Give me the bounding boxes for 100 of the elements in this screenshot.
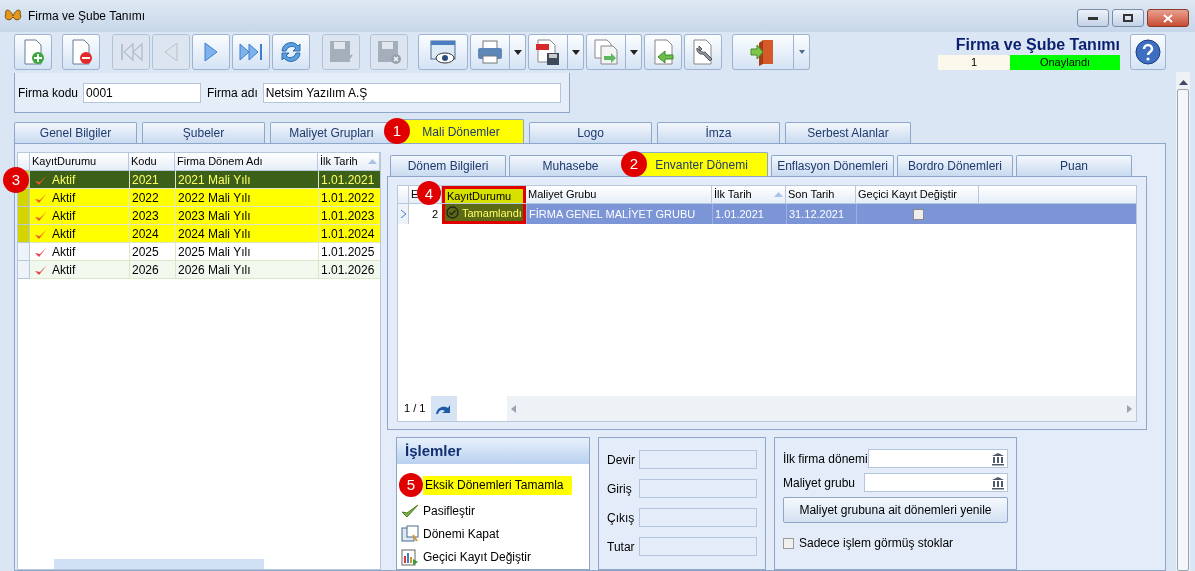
- operation-link[interactable]: Pasifleştir: [399, 501, 483, 520]
- amount-field[interactable]: [639, 508, 757, 527]
- callout-badge: 1: [384, 118, 410, 144]
- lookup-icon: [991, 451, 1005, 466]
- table-cell: 2023 Mali Yılı: [175, 207, 318, 224]
- table-cell: 1.01.2022: [318, 189, 380, 206]
- inventory-row[interactable]: 2 Tamamlandı FİRMA GENEL MALİYET GRUBU 1.01.2021 31.12.2021: [398, 204, 1136, 224]
- field-label: Firma kodu: [18, 84, 79, 102]
- checkbox[interactable]: [783, 537, 794, 549]
- period-row[interactable]: Aktif 2024 2024 Mali Yılı 1.01.2024: [30, 225, 380, 243]
- table-cell: 2025: [129, 243, 175, 260]
- table-cell: 2: [409, 204, 442, 224]
- tab[interactable]: Logo: [529, 122, 652, 143]
- tab[interactable]: Puan: [1016, 155, 1132, 176]
- vertical-scrollbar[interactable]: [1176, 72, 1190, 571]
- horizontal-scrollbar[interactable]: [507, 396, 1136, 421]
- row-pointer-icon: [400, 210, 406, 218]
- printer-icon: [476, 38, 504, 66]
- help-button[interactable]: [1130, 34, 1166, 70]
- operation-link[interactable]: Geçici Kayıt Değiştir: [399, 547, 540, 566]
- operation-link[interactable]: Eksik Dönemleri Tamamla: [423, 475, 572, 495]
- column-header[interactable]: Firma Dönem Adı: [175, 153, 318, 170]
- column-header[interactable]: E: [411, 187, 419, 202]
- callout-badge: 2: [621, 151, 647, 177]
- column-header[interactable]: Kodu: [129, 153, 175, 170]
- dropdown-button[interactable]: [568, 34, 584, 70]
- checkbox-label: Sadece işlem görmüş stoklar: [799, 535, 954, 552]
- dropdown-button[interactable]: [626, 34, 642, 70]
- table-cell-text: Aktif: [52, 261, 76, 279]
- refresh-periods-button[interactable]: Maliyet grubuna ait dönemleri yenile: [783, 497, 1008, 523]
- table-cell: 1.01.2021: [318, 171, 380, 188]
- page-indicator: 1 / 1: [403, 401, 427, 417]
- text-field[interactable]: 0001: [83, 82, 202, 103]
- tab[interactable]: Serbest Alanlar: [785, 122, 911, 143]
- toolbar-button[interactable]: [62, 34, 100, 70]
- dropdown-caret-icon: [798, 50, 805, 54]
- toolbar-button[interactable]: [232, 34, 270, 70]
- refresh-button[interactable]: [431, 396, 458, 421]
- toolbar-button[interactable]: [418, 34, 468, 70]
- maximize-button[interactable]: [1112, 9, 1144, 27]
- operation-link[interactable]: Dönemi Kapat: [399, 524, 508, 543]
- column-header[interactable]: İlk Tarih: [318, 153, 380, 170]
- lookup-icon: [991, 475, 1005, 490]
- table-cell: 1.01.2023: [318, 207, 380, 224]
- lookup-field[interactable]: [864, 473, 1008, 492]
- column-header[interactable]: KayıtDurumu: [30, 153, 129, 170]
- restore-icon: [1123, 14, 1133, 22]
- field-label: Çıkış: [607, 509, 635, 527]
- field-label: İlk firma dönemi: [783, 450, 868, 468]
- table-cell: 2025 Mali Yılı: [175, 243, 318, 260]
- table-cell: 2022 Mali Yılı: [175, 189, 318, 206]
- checkbox[interactable]: [912, 208, 924, 220]
- close-button[interactable]: [1147, 9, 1189, 27]
- close-icon: [1163, 13, 1173, 23]
- sort-ascending-icon: [774, 192, 783, 197]
- period-row[interactable]: Aktif 2026 2026 Mali Yılı 1.01.2026: [30, 261, 380, 279]
- amount-field[interactable]: [639, 537, 757, 556]
- table-cell: 1.01.2024: [318, 225, 380, 242]
- table-cell: 2023: [129, 207, 175, 224]
- lookup-field[interactable]: [867, 449, 1008, 468]
- tab[interactable]: Genel Bilgiler: [14, 122, 137, 143]
- minimize-button[interactable]: [1077, 9, 1109, 27]
- scroll-right-icon: [1127, 404, 1132, 413]
- approval-status: Onaylandı: [1010, 54, 1120, 70]
- tab[interactable]: Şubeler: [142, 122, 265, 143]
- period-row[interactable]: Aktif 2023 2023 Mali Yılı 1.01.2023: [30, 207, 380, 225]
- table-cell-text: Aktif: [52, 243, 76, 261]
- table-cell: 1.01.2025: [318, 243, 380, 260]
- period-row[interactable]: Aktif 2021 2021 Mali Yılı 1.01.2021: [30, 171, 380, 189]
- period-row[interactable]: Aktif 2022 2022 Mali Yılı 1.01.2022: [30, 189, 380, 207]
- table-cell: 2022: [129, 189, 175, 206]
- scroll-thumb[interactable]: [1177, 89, 1189, 571]
- table-cell: FİRMA GENEL MALİYET GRUBU: [526, 204, 712, 224]
- toolbar-button[interactable]: [684, 34, 722, 70]
- scroll-up-icon: [1178, 80, 1188, 85]
- export-document-icon: [592, 38, 620, 66]
- period-row[interactable]: Aktif 2025 2025 Mali Yılı 1.01.2025: [30, 243, 380, 261]
- amount-field[interactable]: [639, 479, 757, 498]
- tab[interactable]: İmza: [657, 122, 780, 143]
- table-cell-text: Aktif: [52, 171, 76, 189]
- amount-field[interactable]: [639, 450, 757, 469]
- toolbar-button[interactable]: [272, 34, 310, 70]
- column-header[interactable]: Maliyet Grubu: [528, 187, 597, 202]
- table-cell: 2021 Mali Yılı: [175, 171, 318, 188]
- text-field[interactable]: Netsim Yazılım A.Ş: [262, 82, 561, 103]
- tab[interactable]: Bordro Dönemleri: [897, 155, 1013, 176]
- help-icon: [1134, 38, 1162, 66]
- field-label: Tutar: [607, 538, 635, 556]
- dropdown-button[interactable]: [510, 34, 526, 70]
- column-header[interactable]: Son Tarih: [788, 187, 835, 202]
- toolbar-button[interactable]: [528, 34, 568, 70]
- table-cell-text: Tamamlandı: [462, 205, 522, 221]
- toolbar-button[interactable]: [732, 34, 794, 70]
- table-cell: 2026: [129, 261, 175, 278]
- minimize-icon: [1088, 16, 1098, 20]
- column-header[interactable]: Geçici Kayıt Değiştir: [858, 187, 958, 202]
- tab[interactable]: Enflasyon Dönemleri: [771, 155, 894, 176]
- tab[interactable]: Dönem Bilgileri: [390, 155, 506, 176]
- column-header[interactable]: İlk Tarih: [714, 187, 752, 202]
- dropdown-caret-icon: [571, 49, 580, 55]
